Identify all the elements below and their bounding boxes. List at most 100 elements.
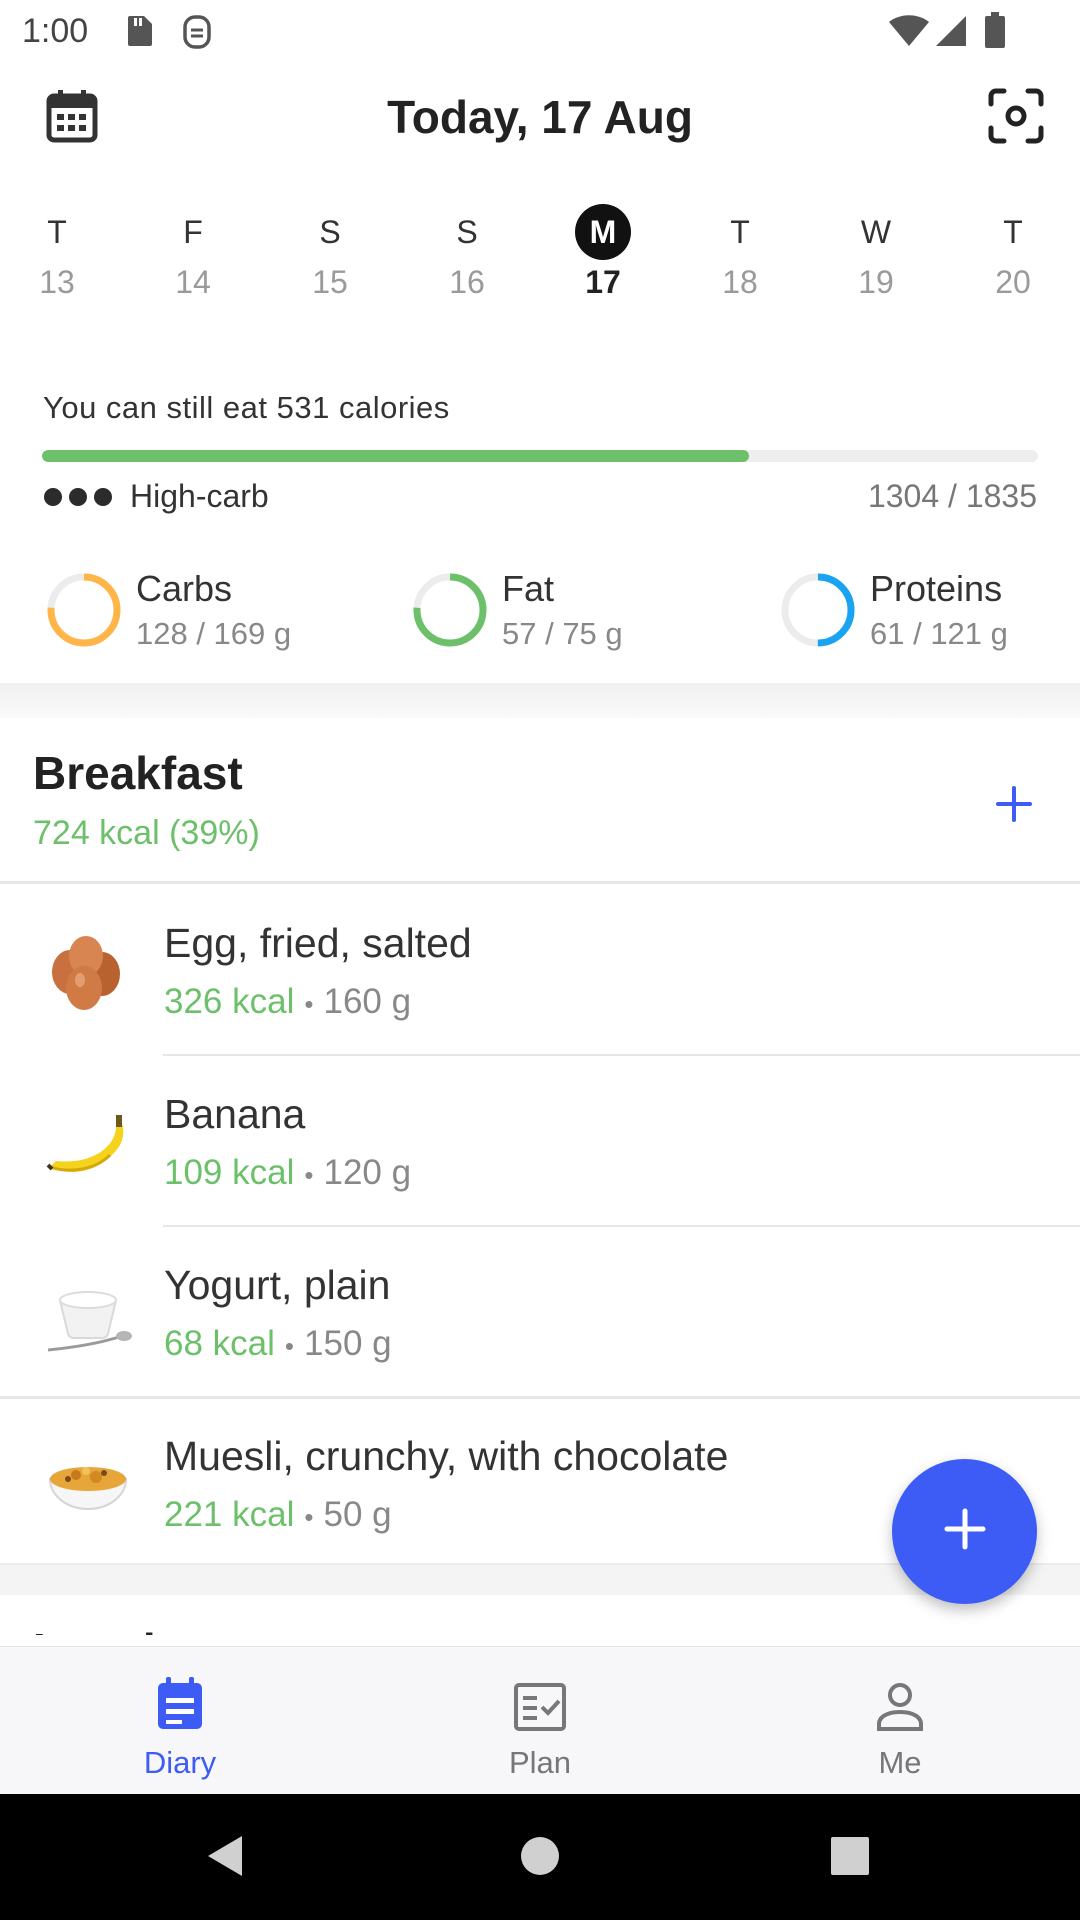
- day-letter: S: [319, 213, 341, 250]
- food-name: Banana: [164, 1091, 306, 1137]
- recents-icon[interactable]: [830, 1836, 870, 1881]
- system-navigation-bar: [0, 1794, 1080, 1920]
- day-number: 20: [995, 264, 1031, 300]
- food-item[interactable]: Egg, fried, salted 326 kcal • 160 g: [0, 884, 1080, 1054]
- remaining-calories-text: You can still eat 531 calories: [43, 390, 450, 425]
- food-meta: 326 kcal • 160 g: [164, 982, 411, 1022]
- nav-plan[interactable]: Plan: [440, 1647, 640, 1795]
- wifi-icon: [888, 14, 930, 53]
- scan-icon: [988, 88, 1044, 149]
- meal-header-breakfast[interactable]: Breakfast 724 kcal (39%): [0, 718, 1080, 883]
- plus-icon: [943, 1507, 987, 1556]
- day-letter: T: [1003, 213, 1023, 250]
- macro-ring: [413, 573, 487, 647]
- diary-icon: [155, 1676, 205, 1737]
- macro-value: 128 / 169 g: [136, 616, 292, 651]
- day-letter: M: [575, 204, 631, 260]
- calorie-progress-fill: [42, 450, 750, 462]
- week-strip: T 13 F 14 S 15 S 16 M 17 T 18 W 19 T 20: [0, 200, 1080, 330]
- day-number: 14: [175, 264, 211, 300]
- battery-icon: [984, 12, 1006, 53]
- back-icon[interactable]: [206, 1834, 246, 1883]
- macro-name: Fat: [502, 568, 555, 609]
- food-name: Yogurt, plain: [164, 1262, 391, 1308]
- day-13[interactable]: T 13: [17, 200, 97, 301]
- day-number: 19: [858, 264, 894, 300]
- day-16[interactable]: S 16: [427, 200, 507, 301]
- day-19[interactable]: W 19: [836, 200, 916, 301]
- section-separator: [0, 683, 1080, 719]
- macro-name: Proteins: [870, 568, 1003, 609]
- separator-dot: •: [304, 1160, 314, 1190]
- signal-icon: [934, 14, 968, 53]
- day-18[interactable]: T 18: [700, 200, 780, 301]
- bottom-navigation: Diary Plan Me: [0, 1646, 1080, 1794]
- person-icon: [876, 1682, 924, 1737]
- food-meta: 68 kcal • 150 g: [164, 1324, 392, 1364]
- nav-label: Me: [878, 1745, 922, 1780]
- diet-label: High-carb: [130, 478, 269, 514]
- separator-dot: •: [284, 1331, 295, 1361]
- yogurt-icon: [40, 1264, 136, 1360]
- nav-label: Plan: [508, 1745, 572, 1780]
- food-amount: 120 g: [323, 1153, 412, 1192]
- day-number: 17: [585, 264, 621, 300]
- food-meta: 109 kcal • 120 g: [164, 1153, 411, 1193]
- food-item[interactable]: Banana 109 kcal • 120 g: [0, 1055, 1080, 1225]
- add-food-button[interactable]: [984, 776, 1044, 836]
- plus-icon: [994, 784, 1034, 829]
- macro-name: Carbs: [136, 568, 233, 609]
- day-number: 13: [39, 264, 75, 300]
- day-letter: F: [183, 213, 203, 250]
- diet-dots-icon: [44, 487, 112, 506]
- day-20[interactable]: T 20: [973, 200, 1053, 301]
- diet-type[interactable]: High-carb: [44, 478, 269, 515]
- plan-icon: [513, 1682, 567, 1737]
- banana-icon: [40, 1093, 136, 1189]
- day-letter: S: [456, 213, 478, 250]
- macro-value: 57 / 75 g: [502, 616, 623, 651]
- day-number: 16: [449, 264, 485, 300]
- eggs-icon: [40, 922, 136, 1018]
- macro-carbs[interactable]: Carbs 128 / 169 g: [44, 568, 291, 652]
- muesli-icon: [40, 1435, 136, 1531]
- food-kcal: 68 kcal: [164, 1324, 275, 1363]
- day-17[interactable]: M 17: [563, 200, 643, 301]
- separator-dot: •: [304, 989, 314, 1019]
- meal-header-lunch[interactable]: Lunch: [0, 1595, 1080, 1635]
- day-number: 18: [722, 264, 758, 300]
- meal-title: Lunch: [33, 1623, 171, 1635]
- macro-ring: [47, 573, 121, 647]
- nav-label: Diary: [143, 1745, 217, 1780]
- food-item[interactable]: Yogurt, plain 68 kcal • 150 g: [0, 1226, 1080, 1396]
- day-letter: W: [860, 213, 892, 250]
- food-kcal: 221 kcal: [164, 1495, 295, 1534]
- food-meta: 221 kcal • 50 g: [164, 1495, 392, 1535]
- scan-button[interactable]: [984, 86, 1048, 150]
- food-name: Muesli, crunchy, with chocolate: [164, 1433, 729, 1479]
- sim-icon: [182, 14, 212, 55]
- nav-me[interactable]: Me: [800, 1647, 1000, 1795]
- nav-diary[interactable]: Diary: [80, 1647, 280, 1795]
- day-letter: T: [730, 213, 750, 250]
- food-kcal: 109 kcal: [164, 1153, 295, 1192]
- food-amount: 50 g: [323, 1495, 392, 1534]
- meal-title: Breakfast: [33, 747, 243, 799]
- food-amount: 160 g: [323, 982, 412, 1021]
- status-bar: 1:00: [0, 0, 1080, 64]
- day-15[interactable]: S 15: [290, 200, 370, 301]
- meal-kcal: 724 kcal (39%): [33, 814, 260, 852]
- food-kcal: 326 kcal: [164, 982, 295, 1021]
- macro-fat[interactable]: Fat 57 / 75 g: [410, 568, 623, 652]
- home-icon[interactable]: [520, 1836, 560, 1881]
- macro-value: 61 / 121 g: [870, 616, 1008, 651]
- sd-card-icon: [124, 14, 154, 53]
- separator-dot: •: [304, 1502, 314, 1532]
- macro-proteins[interactable]: Proteins 61 / 121 g: [778, 568, 1008, 652]
- add-floating-button[interactable]: [892, 1459, 1037, 1604]
- day-14[interactable]: F 14: [153, 200, 233, 301]
- food-name: Egg, fried, salted: [164, 920, 472, 966]
- day-number: 15: [312, 264, 348, 300]
- day-letter: T: [47, 213, 67, 250]
- app-header: Today, 17 Aug: [0, 64, 1080, 174]
